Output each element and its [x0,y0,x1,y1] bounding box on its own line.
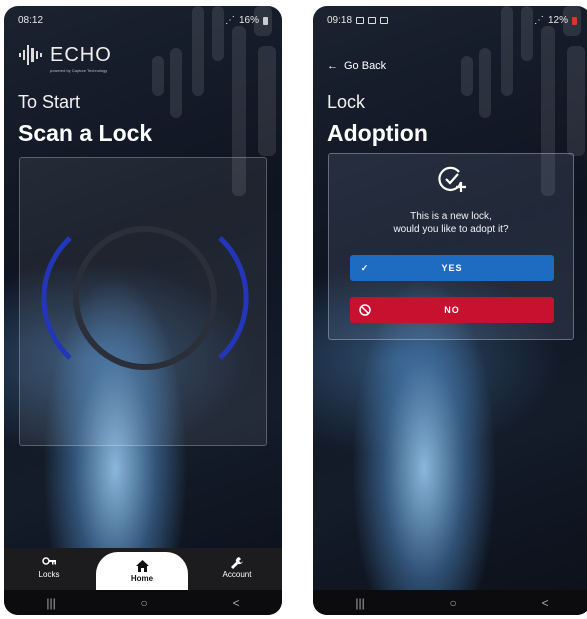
system-nav-bar: ||| ○ < [4,590,282,615]
question-line-1: This is a new lock, [410,211,492,222]
scan-arc-left [41,236,72,360]
arrow-left-icon: ← [327,60,338,72]
battery-icon [263,16,268,25]
yes-label: YES [441,263,463,273]
go-back-label: Go Back [344,60,387,72]
battery-icon [572,16,577,25]
page-title: Scan a Lock [18,120,153,146]
signal-icon: ⋰ [533,15,544,26]
no-label: NO [444,305,460,315]
signal-icon: ⋰ [224,15,235,26]
status-time: 08:12 [18,15,44,26]
scan-area[interactable] [19,157,267,446]
yes-button[interactable]: ✓ YES [350,255,554,281]
status-time: 09:18 [327,15,353,26]
page-title: Adoption [327,120,428,146]
echo-logo-icon [19,45,42,65]
check-icon: ✓ [360,262,370,273]
heading-small: Lock [327,92,366,112]
key-icon [42,557,56,565]
scan-arc-right [218,236,249,360]
notification-icon [368,17,377,24]
home-button[interactable]: ○ [141,596,148,610]
adoption-card: This is a new lock, would you like to ad… [328,153,574,340]
scan-screen: 08:12 ⋰ 16% ECHO powered by Capture Tech… [4,6,282,615]
go-back-link[interactable]: ← Go Back [327,60,386,72]
home-button[interactable]: ○ [450,596,457,610]
logo-text: ECHO [50,43,112,66]
adoption-question: This is a new lock, would you like to ad… [329,210,573,236]
question-line-2: would you like to adopt it? [393,224,509,235]
calendar-icon [380,17,389,24]
nav-home[interactable]: Home [96,552,188,594]
nav-home-label: Home [130,574,154,583]
back-button[interactable]: < [542,596,549,610]
logo-tagline: powered by Capture Technology [50,68,108,73]
status-bar: 09:18 ⋰ 12% [327,15,577,26]
status-bar: 08:12 ⋰ 16% [18,15,268,26]
no-button[interactable]: NO [350,297,554,323]
nav-locks-label: Locks [38,570,60,579]
scan-ring [41,226,249,370]
echo-logo: ECHO powered by Capture Technology [18,42,112,73]
wrench-icon [231,557,243,569]
back-button[interactable]: < [233,596,240,610]
recents-button[interactable]: ||| [355,596,364,610]
prohibited-icon [350,304,380,316]
recents-button[interactable]: ||| [46,596,55,610]
battery-level: 12% [547,15,568,26]
nav-locks[interactable]: Locks [4,548,94,590]
system-nav-bar: ||| ○ < [313,590,587,615]
adoption-screen: 09:18 ⋰ 12% ← Go Back Lock Adoption This… [313,6,587,615]
nav-account[interactable]: Account [192,548,282,590]
gallery-icon [356,17,365,24]
battery-level: 16% [238,15,259,26]
nav-account-label: Account [222,570,252,579]
check-add-icon [438,166,466,192]
heading-small: To Start [18,92,81,112]
home-icon [135,560,149,572]
